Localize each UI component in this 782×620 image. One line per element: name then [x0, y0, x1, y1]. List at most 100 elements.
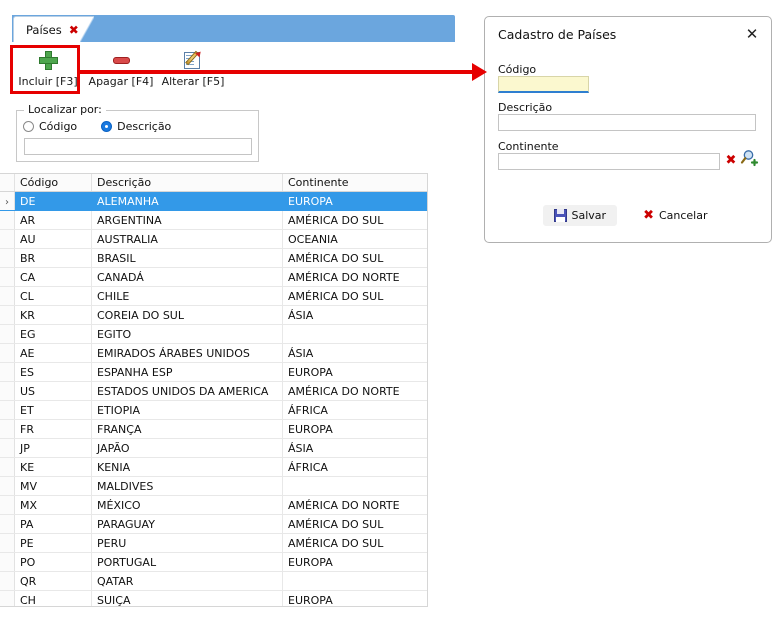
cell-continente	[282, 571, 427, 591]
table-row[interactable]: AR ARGENTINA AMÉRICA DO SUL	[0, 210, 427, 230]
table-row[interactable]: QR QATAR	[0, 571, 427, 591]
radio-codigo-label: Código	[39, 120, 78, 133]
codigo-input[interactable]	[498, 76, 589, 93]
save-button[interactable]: Salvar	[542, 205, 618, 226]
row-indicator	[0, 210, 15, 230]
table-row[interactable]: PA PARAGUAY AMÉRICA DO SUL	[0, 514, 427, 534]
cancel-button[interactable]: ✖ Cancelar	[637, 205, 713, 226]
cell-codigo: FR	[14, 419, 92, 439]
table-row[interactable]: PO PORTUGAL EUROPA	[0, 552, 427, 572]
cell-continente: AMÉRICA DO NORTE	[282, 495, 427, 515]
row-indicator	[0, 552, 15, 572]
cell-continente	[282, 476, 427, 496]
row-indicator	[0, 476, 15, 496]
radio-codigo[interactable]: Código	[23, 120, 77, 133]
cell-codigo: AE	[14, 343, 92, 363]
dialog-button-row: Salvar ✖ Cancelar	[485, 205, 771, 226]
cell-descricao: ESPANHA ESP	[91, 362, 283, 382]
close-icon[interactable]: ✖	[69, 23, 79, 37]
table-body: › DE ALEMANHA EUROPA AR ARGENTINA AMÉRICA DO S…	[0, 191, 427, 606]
col-indicator	[0, 174, 15, 192]
apagar-label: Apagar [F4]	[88, 75, 154, 88]
col-descricao[interactable]: Descrição	[91, 174, 283, 192]
cell-descricao: PORTUGAL	[91, 552, 283, 572]
countries-table: Código Descrição Continente › DE ALEMANHA E…	[0, 174, 427, 606]
continente-label: Continente	[498, 140, 559, 153]
codigo-label: Código	[498, 63, 537, 76]
save-button-label: Salvar	[571, 209, 607, 222]
cell-descricao: MÉXICO	[91, 495, 283, 515]
cell-codigo: MX	[14, 495, 92, 515]
cell-descricao: CANADÁ	[91, 267, 283, 287]
cell-continente: EUROPA	[282, 590, 427, 606]
table-row[interactable]: US ESTADOS UNIDOS DA AMERICA AMÉRICA DO NO…	[0, 381, 427, 401]
cell-codigo: AR	[14, 210, 92, 230]
table-row[interactable]: CH SUIÇA EUROPA	[0, 590, 427, 606]
floppy-disk-icon	[553, 209, 567, 222]
cell-continente: AMÉRICA DO SUL	[282, 210, 427, 230]
table-row[interactable]: MV MALDIVES	[0, 476, 427, 496]
annotation-arrow-head	[472, 63, 487, 81]
cell-codigo: QR	[14, 571, 92, 591]
cell-descricao: PERU	[91, 533, 283, 553]
cell-descricao: MALDIVES	[91, 476, 283, 496]
tab-paises[interactable]: Países ✖	[13, 16, 90, 42]
cell-continente: EUROPA	[282, 362, 427, 382]
cell-continente: EUROPA	[282, 552, 427, 572]
highlight-box-incluir	[10, 45, 80, 94]
table-row[interactable]: ES ESPANHA ESP EUROPA	[0, 362, 427, 382]
search-input[interactable]	[24, 138, 252, 155]
radio-descricao[interactable]: Descrição	[101, 120, 171, 133]
cell-continente: ÁSIA	[282, 343, 427, 363]
alterar-button[interactable]: Alterar [F5]	[158, 44, 228, 94]
cell-codigo: ES	[14, 362, 92, 382]
cell-descricao: COREIA DO SUL	[91, 305, 283, 325]
table-row[interactable]: JP JAPÃO ÁSIA	[0, 438, 427, 458]
cell-codigo: CA	[14, 267, 92, 287]
cell-continente: ÁSIA	[282, 305, 427, 325]
table-row[interactable]: BR BRASIL AMÉRICA DO SUL	[0, 248, 427, 268]
table-row[interactable]: CL CHILE AMÉRICA DO SUL	[0, 286, 427, 306]
cell-continente: EUROPA	[282, 419, 427, 439]
cell-codigo: PO	[14, 552, 92, 572]
cell-descricao: EGITO	[91, 324, 283, 344]
table-row[interactable]: CA CANADÁ AMÉRICA DO NORTE	[0, 267, 427, 287]
row-indicator	[0, 248, 15, 268]
table-row[interactable]: EG EGITO	[0, 324, 427, 344]
row-indicator	[0, 457, 15, 477]
table-row[interactable]: MX MÉXICO AMÉRICA DO NORTE	[0, 495, 427, 515]
row-indicator	[0, 267, 15, 287]
descricao-input[interactable]	[498, 114, 756, 131]
cell-codigo: DE	[14, 191, 92, 211]
cadastro-paises-dialog: Cadastro de Países ✕ Código Descrição Co…	[484, 16, 772, 243]
table-row[interactable]: KE KENIA ÁFRICA	[0, 457, 427, 477]
col-codigo[interactable]: Código	[14, 174, 92, 192]
col-continente[interactable]: Continente	[282, 174, 427, 192]
table-row[interactable]: ET ETIOPIA ÁFRICA	[0, 400, 427, 420]
table-row[interactable]: KR COREIA DO SUL ÁSIA	[0, 305, 427, 325]
row-indicator: ›	[0, 191, 15, 211]
cell-descricao: PARAGUAY	[91, 514, 283, 534]
table-row[interactable]: PE PERU AMÉRICA DO SUL	[0, 533, 427, 553]
cell-codigo: BR	[14, 248, 92, 268]
localizar-fieldset: Código Descrição	[16, 110, 259, 162]
cell-descricao: QATAR	[91, 571, 283, 591]
apagar-button[interactable]: Apagar [F4]	[86, 44, 156, 94]
cell-codigo: CH	[14, 590, 92, 606]
dialog-close-icon[interactable]: ✕	[743, 25, 761, 43]
countries-grid[interactable]: Código Descrição Continente › DE ALEMANHA E…	[0, 173, 428, 607]
cell-descricao: ALEMANHA	[91, 191, 283, 211]
magnifier-add-icon[interactable]	[740, 148, 760, 168]
table-row[interactable]: AU AUSTRALIA OCEANIA	[0, 229, 427, 249]
continente-input[interactable]	[498, 153, 720, 170]
cell-descricao: ESTADOS UNIDOS DA AMERICA	[91, 381, 283, 401]
cell-continente: AMÉRICA DO SUL	[282, 286, 427, 306]
clear-continente-icon[interactable]: ✖	[723, 150, 739, 170]
row-indicator	[0, 362, 15, 382]
cell-continente: AMÉRICA DO NORTE	[282, 267, 427, 287]
annotation-arrow-line	[80, 70, 474, 74]
table-row[interactable]: AE EMIRADOS ÁRABES UNIDOS ÁSIA	[0, 343, 427, 363]
table-row[interactable]: › DE ALEMANHA EUROPA	[0, 191, 427, 211]
table-row[interactable]: FR FRANÇA EUROPA	[0, 419, 427, 439]
row-indicator	[0, 571, 15, 591]
